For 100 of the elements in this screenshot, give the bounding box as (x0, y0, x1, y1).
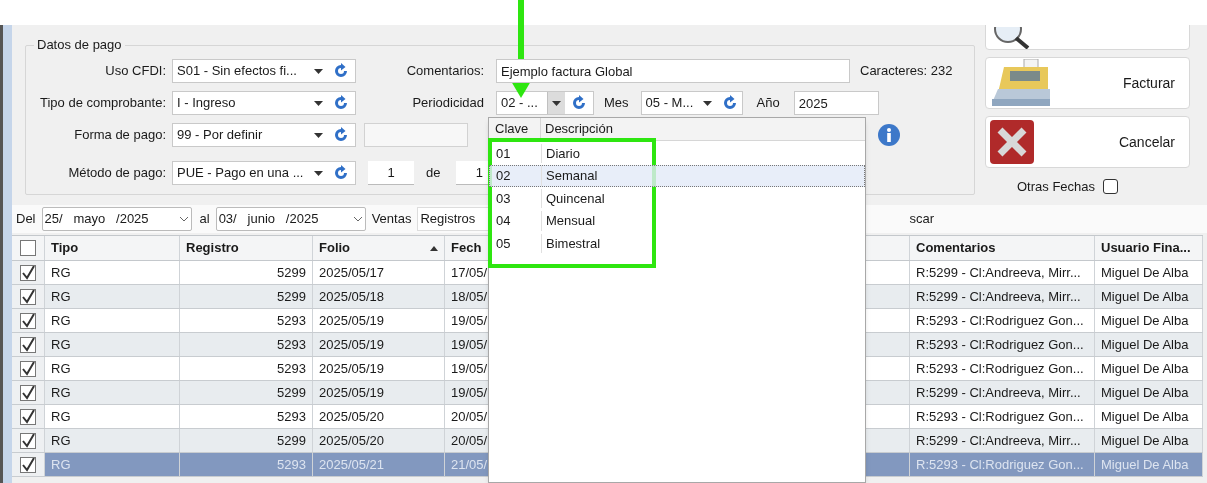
table-cell: RG (45, 357, 180, 380)
checkbox[interactable] (20, 408, 36, 425)
refresh-icon (333, 127, 349, 143)
checkbox[interactable] (20, 240, 36, 256)
cash-register-icon (990, 59, 1052, 107)
table-cell: RG (45, 381, 180, 404)
checkbox[interactable] (20, 456, 36, 473)
table-cell: 5293 (180, 453, 313, 476)
table-cell: 2025/05/18 (313, 285, 445, 308)
dropdown-option[interactable]: 02 Semanal (489, 164, 865, 187)
checkbox[interactable] (20, 360, 36, 377)
info-icon[interactable] (878, 124, 900, 146)
character-count: Caracteres: 232 (860, 62, 953, 81)
table-cell: 5293 (180, 357, 313, 380)
combo-box[interactable]: PUE - Pago en una ... (172, 161, 356, 185)
combo-box[interactable]: S01 - Sin efectos fi... (172, 59, 356, 83)
column-header[interactable]: Tipo (45, 236, 180, 260)
table-cell: RG (45, 405, 180, 428)
table-cell: Miguel De Alba (1095, 309, 1203, 332)
table-cell: R:5293 - Cl:Rodriguez Gon... (910, 333, 1095, 356)
field-label: Comentarios: (405, 62, 484, 81)
blank-field[interactable] (364, 123, 468, 147)
table-cell: R:5299 - Cl:Andreeva, Mirr... (910, 261, 1095, 284)
chevron-down-icon (352, 216, 363, 222)
field-label: Del (16, 210, 36, 229)
checkbox[interactable] (20, 264, 36, 281)
table-cell: RG (45, 429, 180, 452)
combo-box[interactable]: I - Ingreso (172, 91, 356, 115)
combo-box[interactable]: 02 - ... (496, 91, 594, 115)
installment-field[interactable]: 1 (368, 161, 414, 185)
column-header[interactable]: Registro (180, 236, 313, 260)
close-icon (990, 120, 1034, 164)
table-cell: R:5293 - Cl:Rodriguez Gon... (910, 405, 1095, 428)
dropdown-option[interactable]: 03 Quincenal (489, 187, 865, 210)
table-cell: Miguel De Alba (1095, 357, 1203, 380)
table-cell: R:5293 - Cl:Rodriguez Gon... (910, 309, 1095, 332)
checkbox[interactable] (20, 336, 36, 353)
caret-icon (314, 170, 323, 176)
refresh-icon (333, 165, 349, 181)
chevron-down-icon (178, 216, 189, 222)
table-cell: R:5299 - Cl:Andreeva, Mirr... (910, 381, 1095, 404)
table-cell: RG (45, 285, 180, 308)
search-button[interactable]: scar (909, 209, 934, 229)
column-header[interactable]: Usuario Fina... (1095, 236, 1203, 260)
table-cell: Miguel De Alba (1095, 453, 1203, 476)
table-cell: 5299 (180, 381, 313, 404)
field-label: Ventas (371, 210, 412, 229)
table-cell: 5293 (180, 405, 313, 428)
table-cell: R:5299 - Cl:Andreeva, Mirr... (910, 285, 1095, 308)
table-cell: 2025/05/20 (313, 429, 445, 452)
combo-box[interactable]: 05 - M... (640, 91, 743, 115)
checkbox[interactable] (20, 432, 36, 449)
table-cell: Miguel De Alba (1095, 333, 1203, 356)
checkbox[interactable] (20, 288, 36, 305)
column-header[interactable]: Folio (313, 236, 445, 260)
table-cell: 2025/05/20 (313, 405, 445, 428)
table-cell: R:5293 - Cl:Rodriguez Gon... (910, 453, 1095, 476)
field-label: de (426, 164, 441, 183)
checkbox[interactable] (1103, 179, 1118, 195)
table-cell: Miguel De Alba (1095, 429, 1203, 452)
caret-icon (552, 100, 561, 106)
caret-icon (314, 100, 323, 106)
column-header: Clave (489, 118, 541, 140)
table-cell: 2025/05/21 (313, 453, 445, 476)
table-cell: 5299 (180, 261, 313, 284)
table-cell: RG (45, 261, 180, 284)
table-cell: 5299 (180, 429, 313, 452)
table-cell: 5293 (180, 333, 313, 356)
refresh-icon (571, 95, 587, 111)
action-button[interactable]: Cancelar (985, 116, 1190, 168)
date-picker[interactable]: 03/ junio /2025 (215, 207, 366, 231)
table-cell: R:5293 - Cl:Rodriguez Gon... (910, 357, 1095, 380)
table-cell: R:5299 - Cl:Andreeva, Mirr... (910, 429, 1095, 452)
field-label: Método de pago: (67, 164, 166, 183)
field-label: Mes (604, 94, 629, 113)
refresh-icon (722, 95, 739, 111)
checkbox[interactable] (20, 312, 36, 329)
year-field[interactable]: 2025 (793, 91, 879, 115)
action-button[interactable]: Facturar (985, 57, 1190, 109)
table-cell: RG (45, 453, 180, 476)
group-title: Datos de pago (34, 37, 125, 53)
caret-icon (314, 68, 323, 74)
sort-ascending-icon (430, 245, 438, 251)
caret-icon (703, 100, 713, 106)
comments-field[interactable]: Ejemplo factura Global (496, 59, 850, 83)
checkbox-label: Otras Fechas (1017, 178, 1095, 196)
table-cell: 2025/05/19 (313, 357, 445, 380)
date-picker[interactable]: 25/ mayo /2025 (41, 207, 192, 231)
checkbox[interactable] (20, 384, 36, 401)
table-cell: Miguel De Alba (1095, 261, 1203, 284)
table-cell: Miguel De Alba (1095, 285, 1203, 308)
table-cell: RG (45, 333, 180, 356)
refresh-icon (333, 95, 349, 111)
table-cell: 2025/05/19 (313, 333, 445, 356)
field-label: al (199, 210, 210, 229)
column-header: Descripción (544, 120, 614, 139)
table-cell: 5293 (180, 309, 313, 332)
combo-box[interactable]: 99 - Por definir (172, 123, 356, 147)
column-header[interactable]: Comentarios (910, 236, 1095, 260)
table-cell: 2025/05/19 (313, 309, 445, 332)
